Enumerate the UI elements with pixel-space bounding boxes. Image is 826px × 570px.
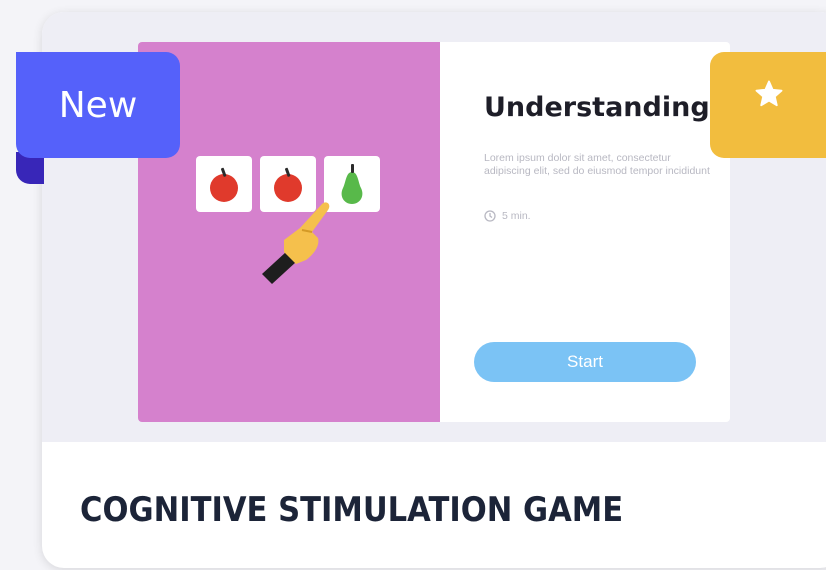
game-description: Lorem ipsum dolor sit amet, consectetur … <box>484 152 710 177</box>
game-preview-thumbnail: Understanding Lorem ipsum dolor sit amet… <box>138 42 730 422</box>
card-title: COGNITIVE STIMULATION GAME <box>80 490 624 530</box>
start-button[interactable]: Start <box>474 342 696 382</box>
clock-icon <box>484 210 496 222</box>
new-badge: New <box>16 52 180 158</box>
favorite-button[interactable] <box>710 52 826 158</box>
star-icon <box>755 80 783 107</box>
pointing-hand-icon <box>262 202 330 284</box>
card-title-bar: COGNITIVE STIMULATION GAME <box>42 442 826 568</box>
apple-icon <box>210 167 238 202</box>
preview-info-panel: Understanding Lorem ipsum dolor sit amet… <box>440 42 730 422</box>
game-title: Understanding <box>484 92 710 123</box>
fruit-card-apple <box>196 156 252 212</box>
duration-label: 5 min. <box>502 210 531 222</box>
preview-illustration-panel <box>138 42 440 422</box>
duration-row: 5 min. <box>484 210 531 222</box>
